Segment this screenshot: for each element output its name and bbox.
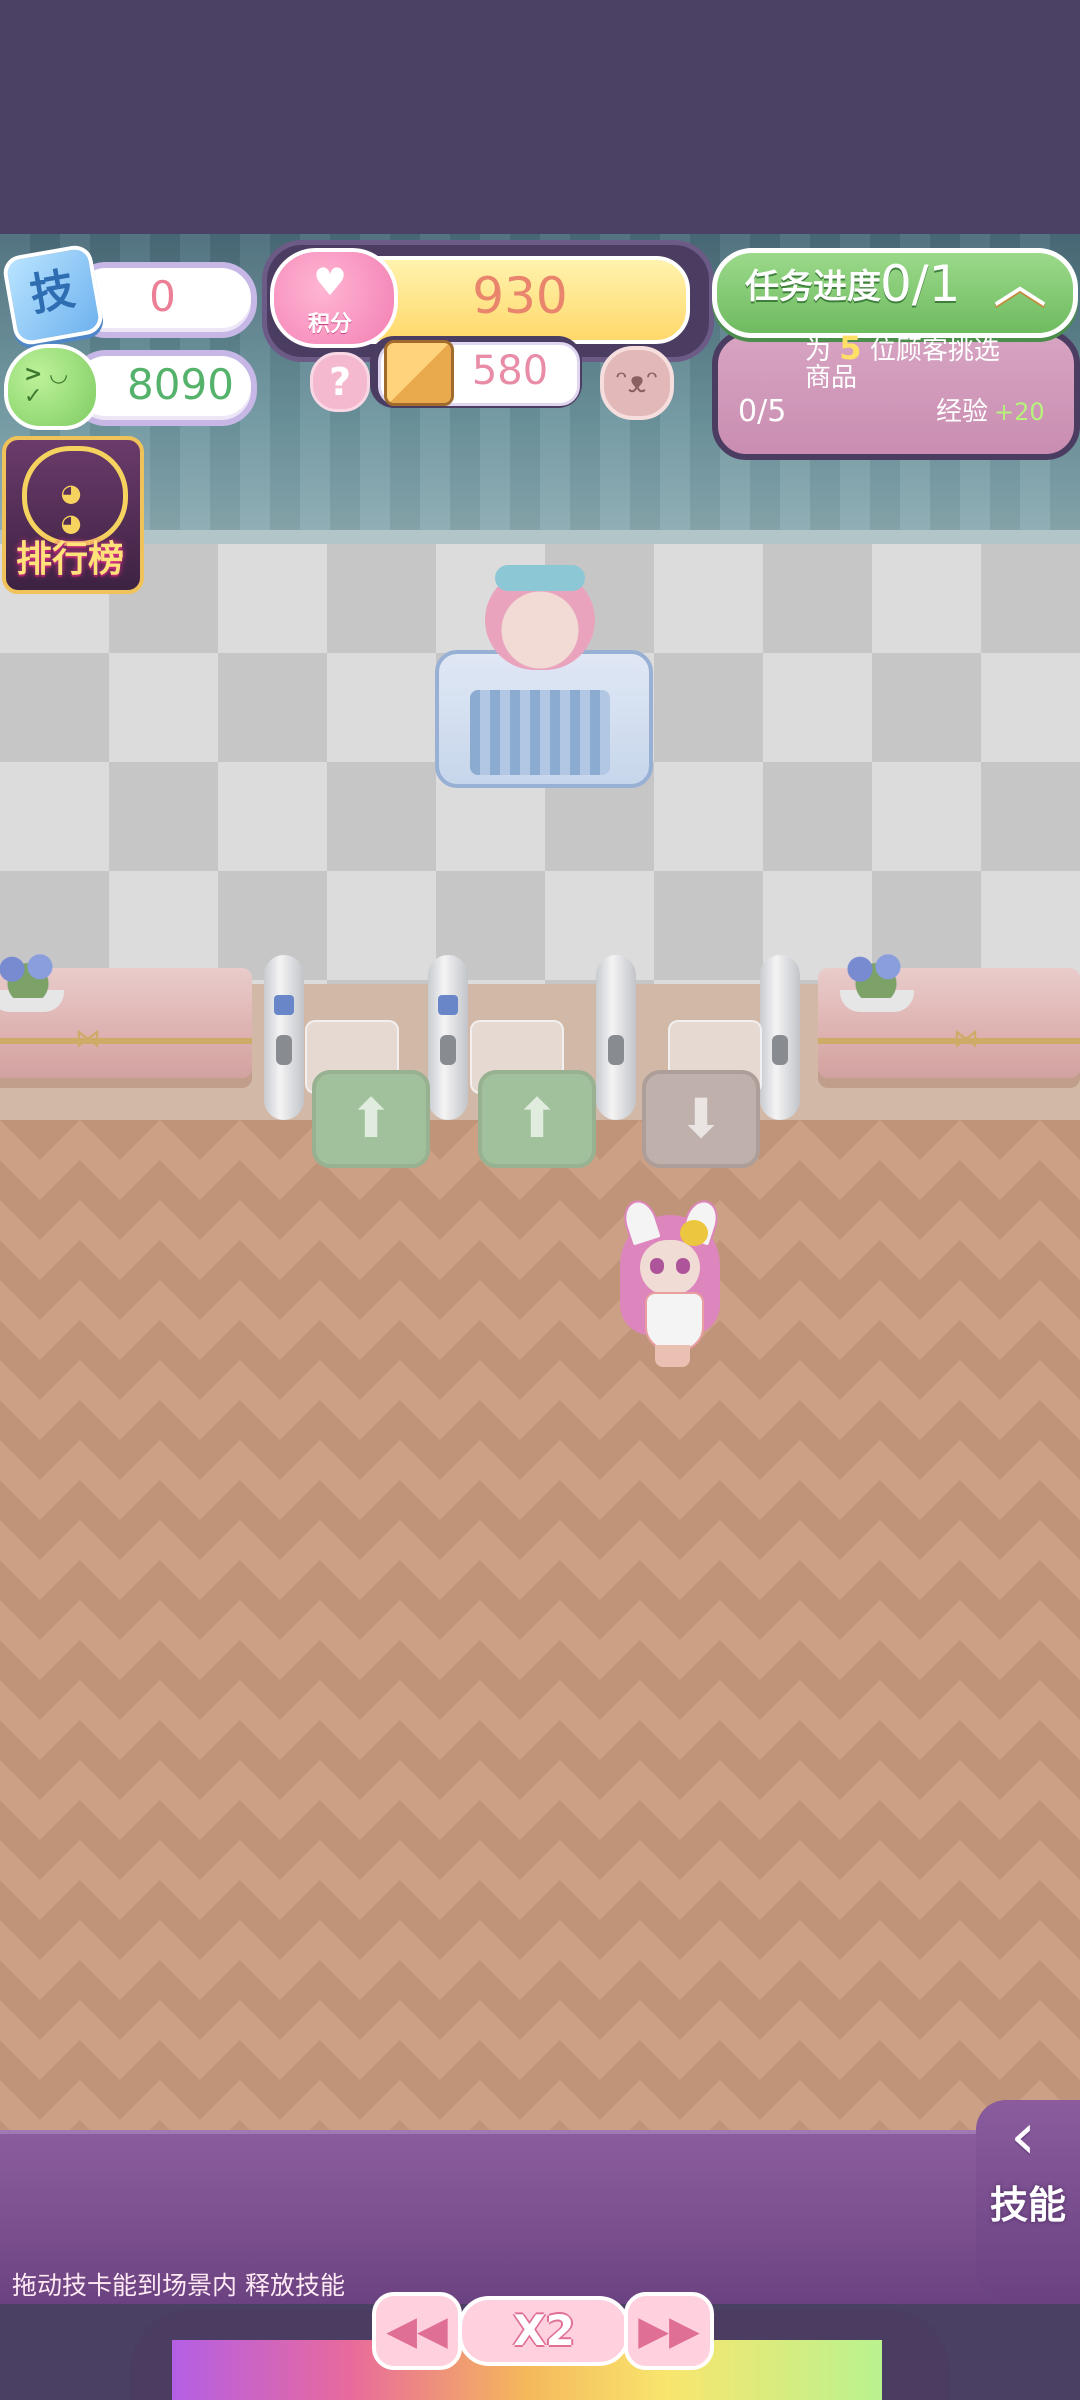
bunny-avatar-icon[interactable]: ᵔᴥᵔ — [600, 346, 674, 420]
skill-points-value: 0 — [149, 272, 176, 321]
shopkeeper-hat — [495, 565, 585, 591]
task-description-line2: 商品 — [805, 363, 858, 393]
player-eye — [650, 1258, 664, 1274]
score-value: 930 — [472, 267, 568, 325]
gate-post — [760, 955, 800, 1120]
exit-arrow-icon: ⬇ — [642, 1070, 760, 1168]
slime-face: > ◡ ✓ — [24, 362, 68, 409]
gate-post — [596, 955, 636, 1120]
green-slime-coin-icon — [4, 344, 100, 430]
bow-icon: ⋈ — [75, 1024, 101, 1054]
coins-value: 8090 — [127, 360, 234, 409]
task-title: 任务进度 — [745, 267, 881, 307]
cat-face: ◕ ◕ — [60, 479, 82, 537]
heart-icon: ♥ — [312, 260, 348, 304]
entry-arrow-icon: ⬆ — [478, 1070, 596, 1168]
task-progress: 0/5 — [738, 394, 787, 429]
gate-post — [428, 955, 468, 1120]
box-value: 580 — [471, 348, 549, 394]
question-mark-icon[interactable]: ? — [310, 352, 370, 412]
wall-trim — [0, 530, 1080, 544]
task-exp-label: 经验 — [936, 397, 989, 427]
skill-tab-label: 技能 — [989, 2183, 1066, 2227]
player-dress — [645, 1292, 704, 1351]
player-legs — [655, 1345, 690, 1367]
fast-forward-icon[interactable]: ▶▶ — [624, 2292, 714, 2370]
task-exp-value: +20 — [994, 398, 1045, 426]
rewind-icon[interactable]: ◀◀ — [372, 2292, 462, 2370]
player-bow — [680, 1220, 708, 1246]
bow-icon: ⋈ — [953, 1024, 979, 1054]
player-eye — [676, 1258, 690, 1274]
chevron-left-icon: ‹ — [1010, 2100, 1036, 2174]
ranking-label: 排行榜 — [15, 539, 124, 580]
skill-badge-icon: 技 — [0, 242, 106, 348]
cashier-desk-front — [470, 690, 610, 775]
speed-multiplier[interactable]: X2 — [458, 2296, 630, 2366]
cardboard-box-icon — [384, 340, 454, 406]
task-count: 0/1 — [880, 255, 961, 313]
player-face — [640, 1240, 700, 1295]
zigzag-floor — [0, 1120, 1080, 2130]
gate-post — [264, 955, 304, 1120]
top-status-area — [0, 0, 1080, 234]
entry-arrow-icon: ⬆ — [312, 1070, 430, 1168]
score-label: 积分 — [307, 312, 352, 337]
counter-ribbon — [0, 1038, 252, 1044]
chevron-up-icon[interactable]: ︿ — [982, 252, 1058, 316]
